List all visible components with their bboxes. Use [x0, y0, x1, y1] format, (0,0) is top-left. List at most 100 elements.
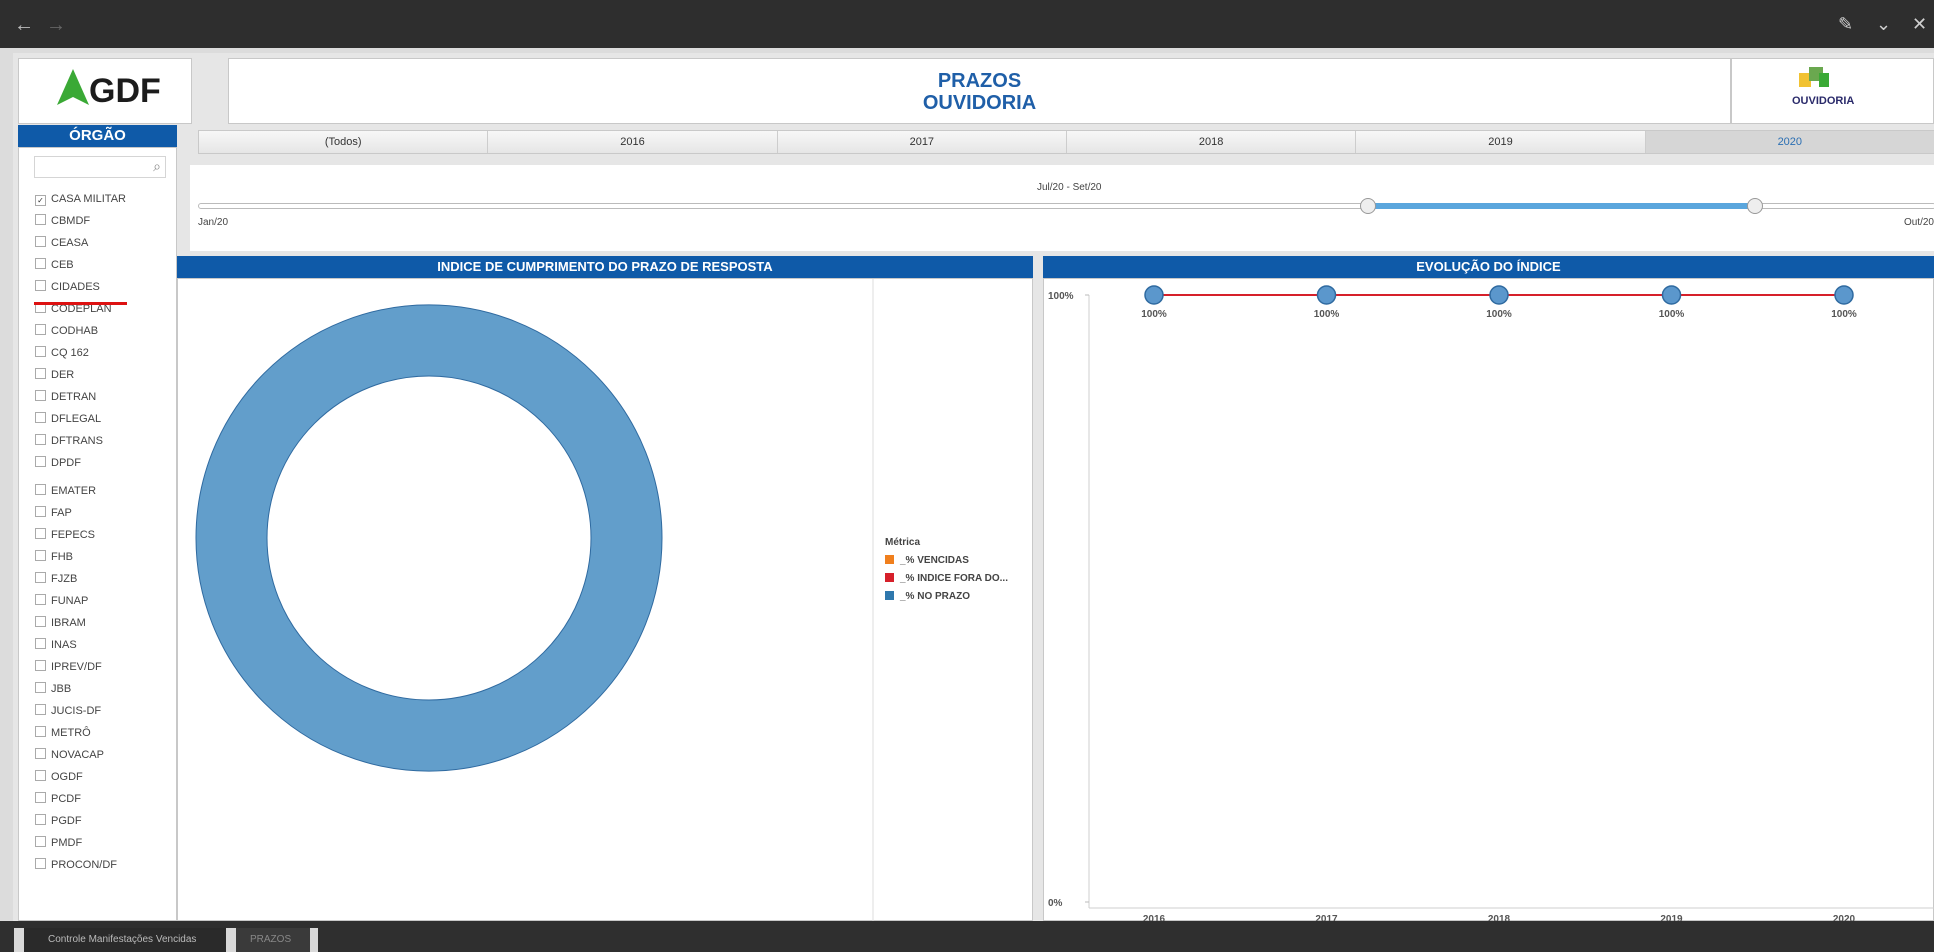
slider-handle-end[interactable] — [1747, 198, 1763, 214]
org-item[interactable]: PROCON/DF — [35, 854, 117, 876]
org-item-label: OGDF — [51, 771, 83, 783]
checkbox[interactable] — [35, 594, 46, 605]
back-arrow-icon[interactable]: ← — [14, 14, 34, 37]
checkbox[interactable] — [35, 346, 46, 357]
org-item-label: JUCIS-DF — [51, 705, 102, 717]
checkbox[interactable] — [35, 572, 46, 583]
org-item[interactable]: FHB — [35, 546, 73, 568]
slider-handle-start[interactable] — [1360, 198, 1376, 214]
org-item-label: PMDF — [51, 837, 83, 849]
org-item[interactable]: DETRAN — [35, 386, 96, 408]
year-filter[interactable]: (Todos) 2016 2017 2018 2019 2020 — [198, 130, 1934, 154]
org-item[interactable]: CBMDF — [35, 210, 90, 232]
ouvidoria-logo: OUVIDORIA — [1731, 58, 1934, 124]
org-item[interactable]: FEPECS — [35, 524, 95, 546]
org-item[interactable]: DER — [35, 364, 74, 386]
org-item[interactable]: PMDF — [35, 832, 82, 854]
org-item[interactable]: DPDF — [35, 452, 81, 474]
checkbox[interactable] — [35, 814, 46, 825]
org-item[interactable]: CIDADES — [35, 276, 100, 298]
data-point[interactable] — [1661, 285, 1682, 305]
checkbox[interactable] — [35, 792, 46, 803]
checkbox[interactable] — [35, 434, 46, 445]
checkbox[interactable] — [35, 550, 46, 561]
checkbox[interactable] — [35, 770, 46, 781]
donut-slice[interactable] — [195, 304, 663, 772]
ouvidoria-logo-text: OUVIDORIA — [1792, 95, 1855, 107]
slider-selected-range[interactable] — [1367, 203, 1754, 209]
checkbox[interactable] — [35, 682, 46, 693]
org-item[interactable]: CEB — [35, 254, 74, 276]
period-slider[interactable]: Jul/20 - Set/20 Jan/20 Out/20 — [190, 165, 1934, 251]
org-item[interactable]: DFLEGAL — [35, 408, 101, 430]
checkbox[interactable] — [35, 484, 46, 495]
checkbox-checked[interactable]: ✓ — [35, 195, 46, 206]
org-item-label: CASA MILITAR — [51, 193, 126, 205]
org-item[interactable]: DFTRANS — [35, 430, 103, 452]
year-option[interactable]: 2017 — [777, 131, 1067, 153]
checkbox[interactable] — [35, 258, 46, 269]
data-point[interactable] — [1316, 285, 1337, 305]
org-item[interactable]: CQ 162 — [35, 342, 89, 364]
org-item-label: IPREV/DF — [51, 661, 102, 673]
forward-arrow-icon[interactable]: → — [46, 14, 66, 37]
tab-prazos[interactable]: PRAZOS — [226, 928, 326, 952]
data-point[interactable] — [1489, 285, 1509, 305]
org-filter-list[interactable]: ⌕ ✓ CASA MILITAR CBMDF CEASA CEB CIDADES CODEP… — [18, 147, 177, 921]
org-item[interactable]: FUNAP — [35, 590, 88, 612]
legend-item[interactable]: _% INDICE FORA DO... — [885, 573, 1008, 584]
checkbox[interactable] — [35, 390, 46, 401]
checkbox[interactable] — [35, 704, 46, 715]
checkbox[interactable] — [35, 748, 46, 759]
checkbox[interactable] — [35, 214, 46, 225]
org-item[interactable]: PGDF — [35, 810, 82, 832]
tab-controle-manifestacoes[interactable]: Controle Manifestações Vencidas — [14, 928, 226, 952]
year-option[interactable]: 2020 — [1645, 131, 1934, 153]
year-option[interactable]: 2016 — [488, 131, 778, 153]
data-point[interactable] — [1834, 285, 1854, 305]
checkbox[interactable] — [35, 836, 46, 847]
data-point[interactable] — [1144, 285, 1164, 305]
org-item-label: NOVACAP — [51, 749, 104, 761]
close-icon[interactable]: ✕ — [1912, 14, 1927, 35]
org-item[interactable]: PCDF — [35, 788, 81, 810]
year-option[interactable]: (Todos) — [199, 131, 489, 153]
legend-label: _% INDICE FORA DO... — [900, 573, 1008, 584]
org-item[interactable]: JBB — [35, 678, 71, 700]
org-item[interactable]: FJZB — [35, 568, 77, 590]
org-item[interactable]: OGDF — [35, 766, 83, 788]
org-item[interactable]: INAS — [35, 634, 77, 656]
checkbox[interactable] — [35, 236, 46, 247]
org-item[interactable]: METRÔ — [35, 722, 91, 744]
checkbox[interactable] — [35, 506, 46, 517]
checkbox[interactable] — [35, 456, 46, 467]
checkbox[interactable] — [35, 638, 46, 649]
org-item[interactable]: JUCIS-DF — [35, 700, 101, 722]
legend-item[interactable]: _% NO PRAZO — [885, 591, 1008, 602]
checkbox[interactable] — [35, 858, 46, 869]
org-item[interactable]: FAP — [35, 502, 72, 524]
minimize-icon[interactable]: ⌄ — [1876, 14, 1891, 35]
org-item[interactable]: ✓ CASA MILITAR — [35, 188, 126, 210]
checkbox[interactable] — [35, 324, 46, 335]
org-item[interactable]: IPREV/DF — [35, 656, 102, 678]
org-item[interactable]: EMATER — [35, 480, 96, 502]
checkbox[interactable] — [35, 616, 46, 627]
checkbox[interactable] — [35, 726, 46, 737]
edit-icon[interactable]: ✎ — [1838, 14, 1853, 35]
checkbox[interactable] — [35, 660, 46, 671]
org-item[interactable]: NOVACAP — [35, 744, 104, 766]
checkbox[interactable] — [35, 412, 46, 423]
checkbox[interactable] — [35, 280, 46, 291]
legend-item[interactable]: _% VENCIDAS — [885, 555, 1008, 566]
checkbox[interactable] — [35, 528, 46, 539]
year-option[interactable]: 2019 — [1356, 131, 1646, 153]
org-item-label: METRÔ — [51, 727, 91, 739]
org-item[interactable]: IBRAM — [35, 612, 86, 634]
org-item[interactable]: CODHAB — [35, 320, 98, 342]
title-line-1: PRAZOS — [937, 70, 1022, 92]
org-search-input[interactable]: ⌕ — [34, 156, 166, 178]
year-option[interactable]: 2018 — [1066, 131, 1357, 153]
org-item[interactable]: CEASA — [35, 232, 88, 254]
checkbox[interactable] — [35, 368, 46, 379]
